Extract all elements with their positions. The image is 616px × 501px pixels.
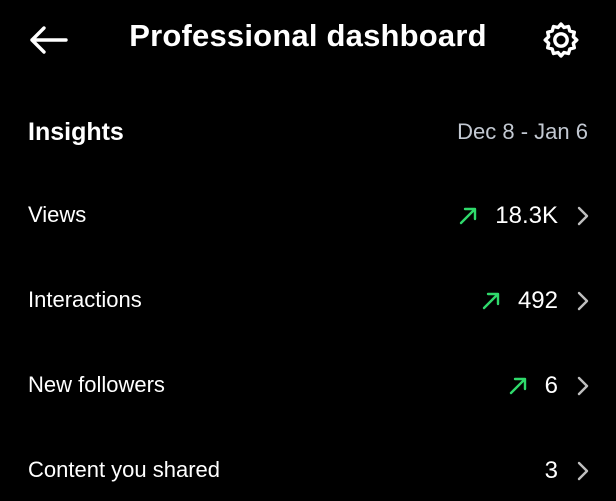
insight-row-content-shared[interactable]: Content you shared 3 [0, 441, 616, 501]
header-bar: Professional dashboard [0, 0, 616, 78]
insights-header: Insights Dec 8 - Jan 6 [0, 110, 616, 158]
chevron-right-icon [576, 375, 590, 397]
insight-row-views[interactable]: Views 18.3K [0, 186, 616, 246]
trend-up-icon [457, 205, 479, 227]
trend-up-icon [507, 375, 529, 397]
page-title: Professional dashboard [129, 18, 487, 53]
chevron-right-icon [576, 205, 590, 227]
gear-icon [543, 22, 579, 58]
insights-title: Insights [28, 118, 124, 146]
row-value: 18.3K [495, 202, 558, 229]
row-label: Interactions [28, 287, 142, 312]
row-value: 6 [544, 372, 558, 399]
row-label: Content you shared [28, 457, 221, 482]
date-range-button[interactable]: Dec 8 - Jan 6 [457, 119, 588, 145]
insight-row-new-followers[interactable]: New followers 6 [0, 356, 616, 416]
row-value: 492 [517, 287, 558, 314]
row-value: 3 [544, 457, 558, 484]
chevron-right-icon [576, 460, 590, 482]
insight-row-interactions[interactable]: Interactions 492 [0, 271, 616, 331]
row-label: Views [28, 202, 87, 227]
row-label: New followers [28, 372, 165, 397]
settings-button[interactable] [538, 18, 584, 62]
trend-up-icon [480, 290, 502, 312]
chevron-right-icon [576, 290, 590, 312]
